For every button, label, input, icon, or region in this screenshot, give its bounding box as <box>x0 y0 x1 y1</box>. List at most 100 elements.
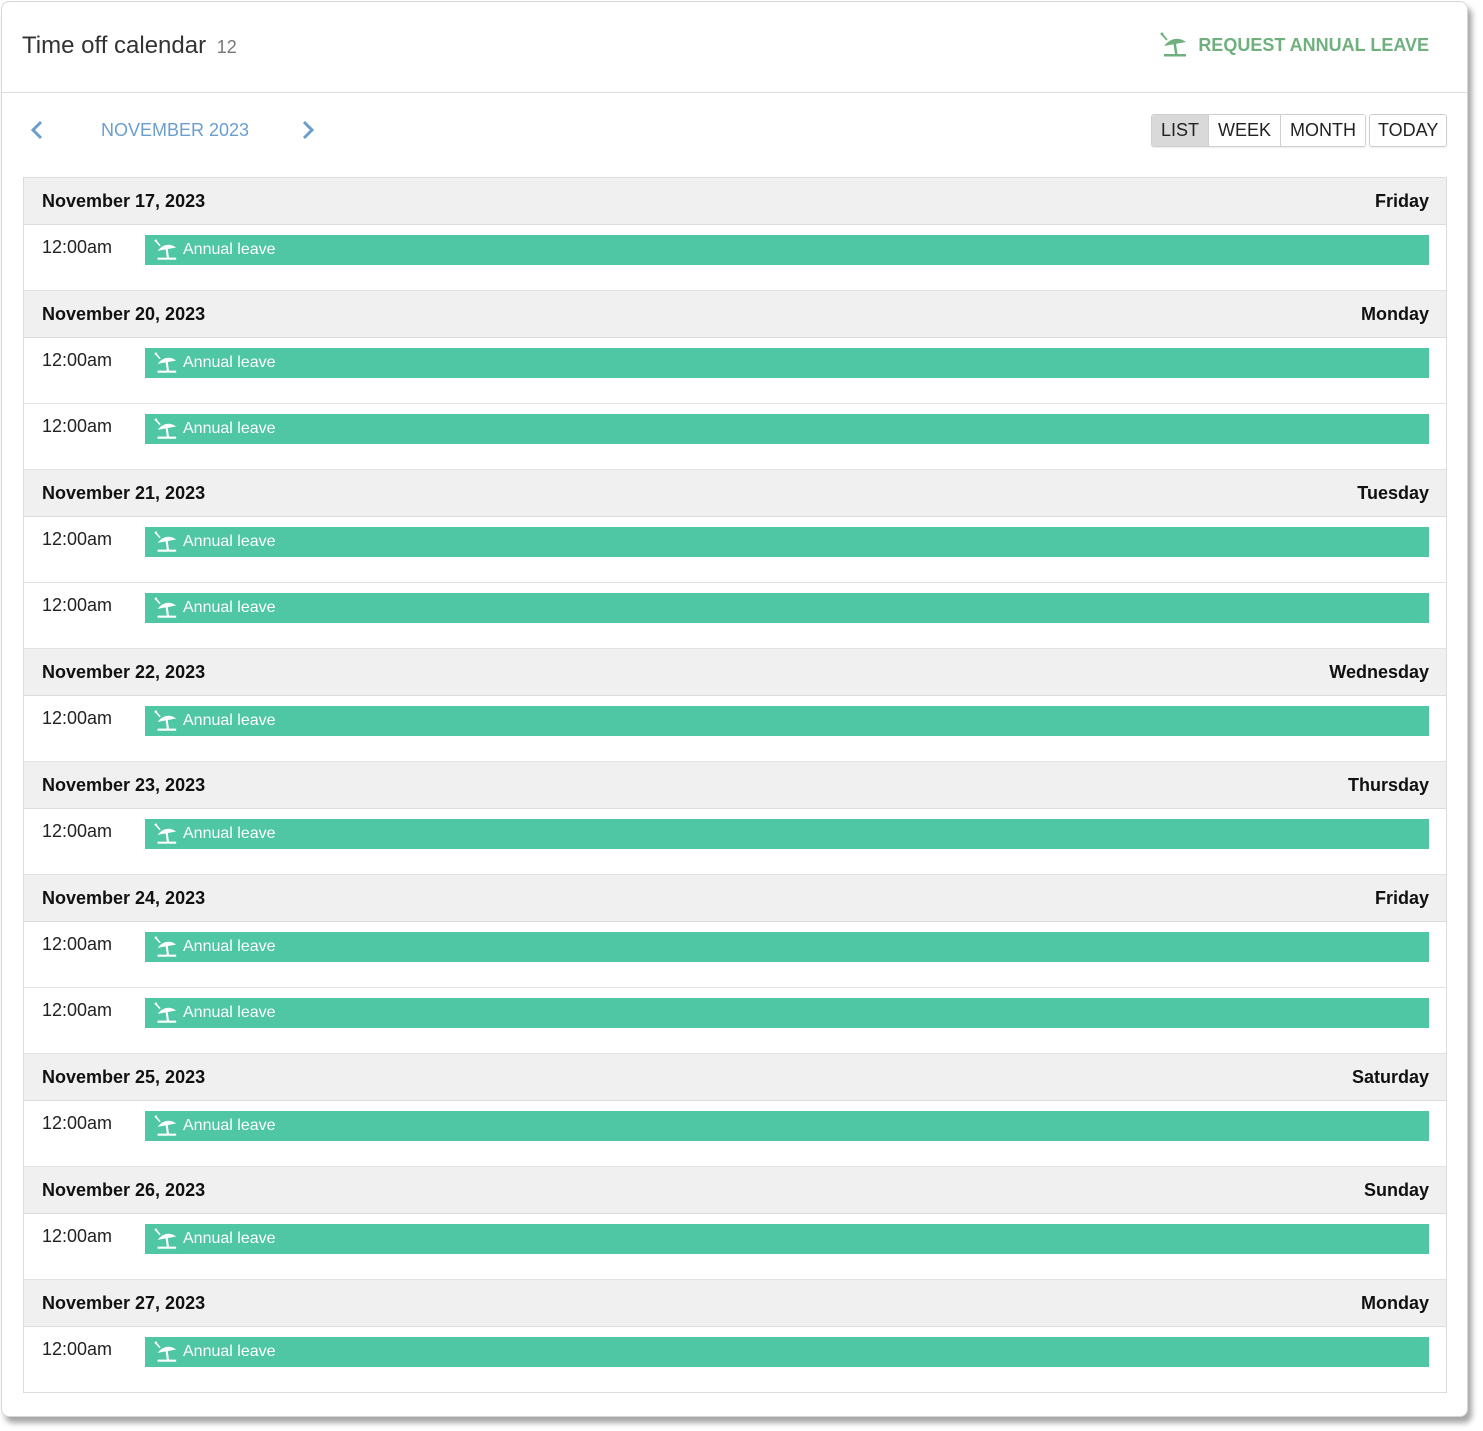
annual-leave-event[interactable]: Annual leave <box>145 706 1429 736</box>
beach-umbrella-icon <box>154 1228 177 1249</box>
view-switcher: LIST WEEK MONTH <box>1151 114 1367 147</box>
event-label: Annual leave <box>183 1117 276 1134</box>
beach-umbrella-icon <box>154 1002 177 1023</box>
event-time: 12:00am <box>42 934 113 954</box>
panel-header: Time off calendar 12 REQUEST ANNUAL LEAV… <box>2 2 1467 93</box>
day-group: November 21, 2023 Tuesday 12:00am Annual le… <box>24 470 1446 649</box>
event-label: Annual leave <box>183 354 276 371</box>
day-group: November 17, 2023 Friday 12:00am Annual lea… <box>24 178 1446 291</box>
list-item: 12:00am Annual leave <box>24 338 1446 404</box>
day-group: November 26, 2023 Sunday 12:00am Annual lea… <box>24 1167 1446 1280</box>
day-date: November 27, 2023 <box>42 1292 206 1313</box>
current-month-label: NOVEMBER 2023 <box>101 120 250 140</box>
day-weekday: Monday <box>1360 303 1429 324</box>
annual-leave-event[interactable]: Annual leave <box>145 1111 1429 1141</box>
previous-month-button[interactable] <box>28 119 48 146</box>
beach-umbrella-icon <box>154 710 177 731</box>
annual-leave-event[interactable]: Annual leave <box>145 235 1429 265</box>
beach-umbrella-icon <box>154 352 177 373</box>
annual-leave-event[interactable]: Annual leave <box>145 998 1429 1028</box>
beach-umbrella-icon <box>1160 32 1187 57</box>
event-time: 12:00am <box>42 1226 113 1246</box>
event-label: Annual leave <box>183 1343 276 1360</box>
list-item: 12:00am Annual leave <box>24 696 1446 762</box>
day-weekday: Saturday <box>1351 1066 1429 1087</box>
annual-leave-event[interactable]: Annual leave <box>145 593 1429 623</box>
event-label: Annual leave <box>183 1004 276 1021</box>
view-month-button[interactable]: MONTH <box>1280 115 1366 146</box>
day-weekday: Monday <box>1360 1292 1429 1313</box>
day-header: November 27, 2023 Monday <box>24 1280 1446 1327</box>
day-header: November 25, 2023 Saturday <box>24 1054 1446 1101</box>
annual-leave-event[interactable]: Annual leave <box>145 932 1429 962</box>
request-annual-leave-button[interactable]: REQUEST ANNUAL LEAVE <box>1160 32 1429 58</box>
list-item: 12:00am Annual leave <box>24 1101 1446 1167</box>
day-weekday: Thursday <box>1347 774 1429 795</box>
day-group: November 25, 2023 Saturday 12:00am Annual l… <box>24 1054 1446 1167</box>
list-item: 12:00am Annual leave <box>24 225 1446 291</box>
beach-umbrella-icon <box>154 1341 177 1362</box>
event-label: Annual leave <box>183 712 276 729</box>
event-time: 12:00am <box>42 1000 113 1020</box>
day-group: November 20, 2023 Monday 12:00am Annual lea… <box>24 291 1446 470</box>
day-group: November 24, 2023 Friday 12:00am Annual lea… <box>24 875 1446 1054</box>
day-header: November 24, 2023 Friday <box>24 875 1446 922</box>
event-time: 12:00am <box>42 237 113 257</box>
chevron-right-icon <box>302 120 315 140</box>
annual-leave-event[interactable]: Annual leave <box>145 819 1429 849</box>
beach-umbrella-icon <box>154 1115 177 1136</box>
annual-leave-event[interactable]: Annual leave <box>145 1224 1429 1254</box>
day-date: November 26, 2023 <box>42 1179 206 1200</box>
event-time: 12:00am <box>42 350 113 370</box>
annual-leave-event[interactable]: Annual leave <box>145 348 1429 378</box>
event-time: 12:00am <box>42 595 113 615</box>
page-title: Time off calendar 12 <box>22 32 237 60</box>
day-date: November 22, 2023 <box>42 661 206 682</box>
list-item: 12:00am Annual leave <box>24 809 1446 875</box>
annual-leave-event[interactable]: Annual leave <box>145 527 1429 557</box>
day-weekday: Tuesday <box>1357 482 1429 503</box>
day-group: November 23, 2023 Thursday 12:00am Annual l… <box>24 762 1446 875</box>
day-group: November 22, 2023 Wednesday 12:00am Annual … <box>24 649 1446 762</box>
annual-leave-event[interactable]: Annual leave <box>145 1337 1429 1367</box>
event-time: 12:00am <box>42 821 113 841</box>
day-weekday: Wednesday <box>1329 661 1429 682</box>
event-time: 12:00am <box>42 708 113 728</box>
page-title-text: Time off calendar <box>22 32 207 59</box>
day-date: November 24, 2023 <box>42 887 206 908</box>
day-weekday: Friday <box>1374 887 1429 908</box>
event-time: 12:00am <box>42 529 113 549</box>
annual-leave-event[interactable]: Annual leave <box>145 414 1429 444</box>
day-date: November 20, 2023 <box>42 303 206 324</box>
request-annual-leave-label: REQUEST ANNUAL LEAVE <box>1198 34 1429 55</box>
event-label: Annual leave <box>183 533 276 550</box>
event-label: Annual leave <box>183 825 276 842</box>
day-header: November 26, 2023 Sunday <box>24 1167 1446 1214</box>
next-month-button[interactable] <box>298 119 318 146</box>
day-header: November 22, 2023 Wednesday <box>24 649 1446 696</box>
beach-umbrella-icon <box>154 823 177 844</box>
day-date: November 23, 2023 <box>42 774 206 795</box>
event-count: 12 <box>216 37 237 57</box>
event-label: Annual leave <box>183 420 276 437</box>
list-item: 12:00am Annual leave <box>24 583 1446 649</box>
day-header: November 17, 2023 Friday <box>24 178 1446 225</box>
beach-umbrella-icon <box>154 936 177 957</box>
event-time: 12:00am <box>42 1113 113 1133</box>
view-week-button[interactable]: WEEK <box>1208 115 1281 146</box>
beach-umbrella-icon <box>154 597 177 618</box>
event-list: November 17, 2023 Friday 12:00am Annual lea… <box>23 177 1447 1393</box>
list-item: 12:00am Annual leave <box>24 404 1446 470</box>
event-label: Annual leave <box>183 938 276 955</box>
today-button[interactable]: TODAY <box>1369 114 1448 147</box>
time-off-calendar-panel: Time off calendar 12 REQUEST ANNUAL LEAV… <box>1 1 1468 1417</box>
event-label: Annual leave <box>183 599 276 616</box>
list-item: 12:00am Annual leave <box>24 1214 1446 1280</box>
day-header: November 20, 2023 Monday <box>24 291 1446 338</box>
view-list-button[interactable]: LIST <box>1152 115 1209 146</box>
day-weekday: Sunday <box>1363 1179 1429 1200</box>
list-item: 12:00am Annual leave <box>24 988 1446 1054</box>
day-weekday: Friday <box>1374 190 1429 211</box>
list-item: 12:00am Annual leave <box>24 1327 1446 1392</box>
event-time: 12:00am <box>42 1339 113 1359</box>
